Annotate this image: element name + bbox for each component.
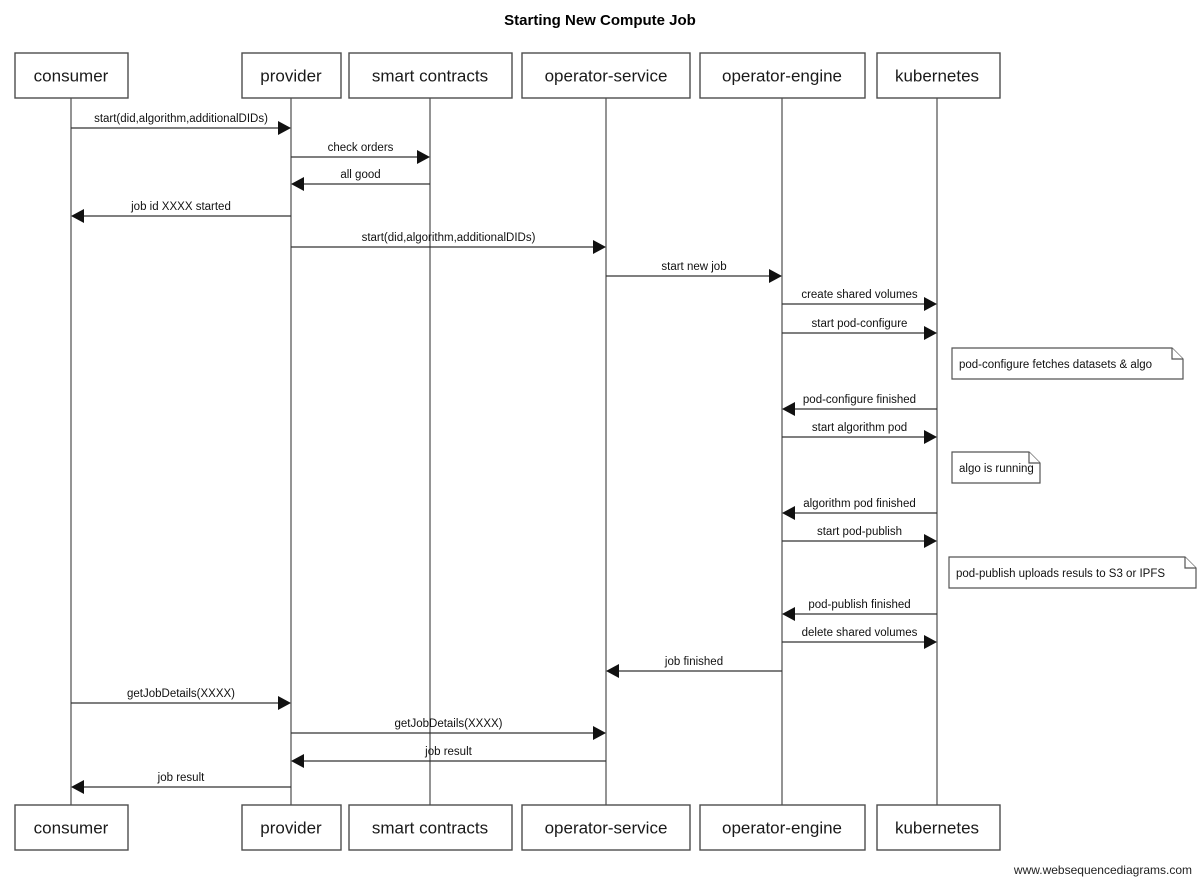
message-label: start pod-publish <box>817 526 902 538</box>
message-label: job result <box>157 772 205 784</box>
participant-label: operator-engine <box>722 67 842 86</box>
participant-bottom-provider[interactable]: provider <box>241 804 342 851</box>
note-0: pod-configure fetches datasets & algo <box>951 347 1184 380</box>
participant-label: kubernetes <box>895 67 979 86</box>
message-label: start(did,algorithm,additionalDIDs) <box>362 232 536 244</box>
participant-label: kubernetes <box>895 819 979 838</box>
participant-label: operator-service <box>545 819 668 838</box>
sequence-diagram-svg: Starting New Compute Job start(did,algor… <box>0 0 1200 884</box>
message-label: check orders <box>328 142 394 154</box>
participant-top-consumer[interactable]: consumer <box>14 52 129 99</box>
participant-top-provider[interactable]: provider <box>241 52 342 99</box>
participant-label: consumer <box>34 67 109 86</box>
note-1: algo is running <box>951 451 1041 484</box>
participant-bottom-consumer[interactable]: consumer <box>14 804 129 851</box>
diagram-background <box>0 0 1200 884</box>
message-label: pod-publish finished <box>808 599 910 611</box>
note-label: algo is running <box>959 463 1034 475</box>
message-label: job result <box>424 746 472 758</box>
message-label: start pod-configure <box>812 318 908 330</box>
note-2: pod-publish uploads resuls to S3 or IPFS <box>948 556 1197 589</box>
participant-label: operator-engine <box>722 819 842 838</box>
participant-bottom-smart-contracts[interactable]: smart contracts <box>348 804 513 851</box>
participant-top-operator-engine[interactable]: operator-engine <box>699 52 866 99</box>
participant-bottom-operator-service[interactable]: operator-service <box>521 804 691 851</box>
participant-label: smart contracts <box>372 819 488 838</box>
participant-label: provider <box>260 67 322 86</box>
message-label: delete shared volumes <box>802 627 918 639</box>
participant-label: operator-service <box>545 67 668 86</box>
note-label: pod-publish uploads resuls to S3 or IPFS <box>956 568 1165 580</box>
message-label: pod-configure finished <box>803 394 916 406</box>
participant-top-smart-contracts[interactable]: smart contracts <box>348 52 513 99</box>
message-label: start algorithm pod <box>812 422 907 434</box>
participant-label: provider <box>260 819 322 838</box>
watermark-credit: www.websequencediagrams.com <box>1013 863 1192 877</box>
note-label: pod-configure fetches datasets & algo <box>959 359 1152 371</box>
message-label: getJobDetails(XXXX) <box>394 718 502 730</box>
page-title: Starting New Compute Job <box>504 12 696 29</box>
message-label: job finished <box>664 656 723 668</box>
message-label: getJobDetails(XXXX) <box>127 688 235 700</box>
participant-bottom-operator-engine[interactable]: operator-engine <box>699 804 866 851</box>
message-label: start(did,algorithm,additionalDIDs) <box>94 113 268 125</box>
message-label: create shared volumes <box>801 289 918 301</box>
message-label: start new job <box>661 261 726 273</box>
message-label: all good <box>340 169 380 181</box>
sequence-diagram-canvas: Starting New Compute Job start(did,algor… <box>0 0 1200 884</box>
message-label: algorithm pod finished <box>803 498 916 510</box>
participant-bottom-kubernetes[interactable]: kubernetes <box>876 804 1001 851</box>
participant-label: smart contracts <box>372 67 488 86</box>
participant-label: consumer <box>34 819 109 838</box>
message-label: job id XXXX started <box>130 201 231 213</box>
participant-top-kubernetes[interactable]: kubernetes <box>876 52 1001 99</box>
participant-top-operator-service[interactable]: operator-service <box>521 52 691 99</box>
